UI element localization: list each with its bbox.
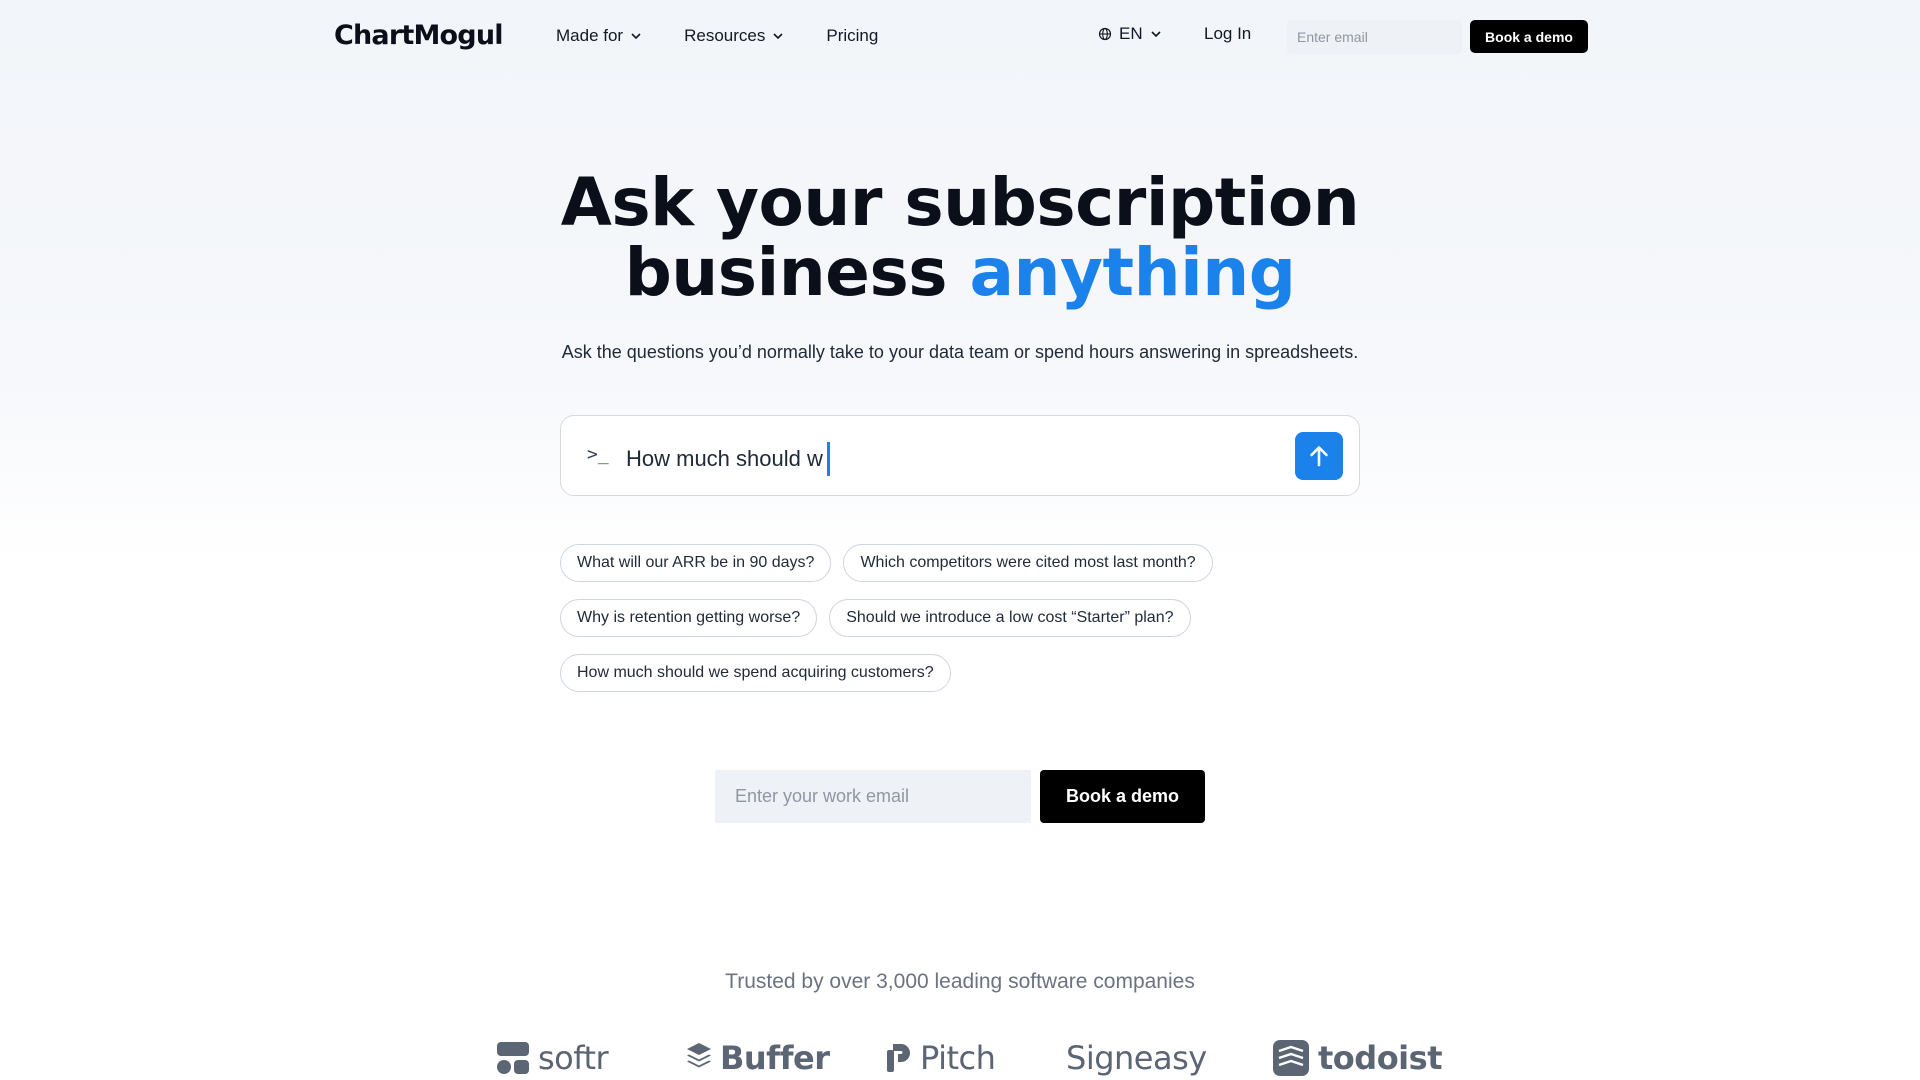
hero-title-line1: Ask your subscription — [560, 164, 1360, 241]
language-label: EN — [1119, 24, 1143, 43]
chevron-down-icon — [631, 33, 641, 40]
softr-logo: softr — [496, 1036, 609, 1080]
chartmogul-logo[interactable]: ChartMogul — [334, 20, 504, 51]
top-navigation: ChartMogul Made for Resources Pricing EN… — [0, 0, 1920, 72]
hero-title: Ask your subscription business anything — [0, 168, 1920, 308]
main-nav: Made for Resources Pricing — [556, 24, 920, 48]
signeasy-logo: Signeasy — [1066, 1036, 1207, 1080]
question-input[interactable]: How much should w — [626, 442, 830, 476]
question-typed-text: How much should w — [626, 446, 823, 471]
hero-title-line2: business — [624, 234, 970, 311]
suggestion-chip[interactable]: Which competitors were cited most last m… — [843, 544, 1213, 582]
book-demo-button[interactable]: Book a demo — [1040, 770, 1205, 823]
softr-mark-icon — [497, 1042, 529, 1074]
pitch-logo: Pitch — [886, 1036, 996, 1080]
language-selector[interactable]: EN — [1098, 24, 1162, 44]
hero-title-accent: anything — [969, 234, 1296, 311]
work-email-input[interactable] — [715, 770, 1031, 823]
nav-resources[interactable]: Resources — [684, 24, 784, 48]
terminal-prompt-icon: >_ — [587, 444, 609, 465]
softr-logo-text: softr — [538, 1039, 609, 1077]
arrow-up-icon — [1310, 446, 1328, 467]
suggestion-chip[interactable]: Should we introduce a low cost “Starter”… — [829, 599, 1191, 637]
suggestion-chip[interactable]: How much should we spend acquiring custo… — [560, 654, 951, 692]
login-link[interactable]: Log In — [1204, 24, 1251, 44]
hero-subtitle: Ask the questions you’d normally take to… — [561, 342, 1359, 362]
pitch-logo-text: Pitch — [920, 1039, 996, 1077]
nav-resources-label: Resources — [684, 26, 766, 45]
text-caret — [826, 442, 830, 476]
suggestion-row: How much should we spend acquiring custo… — [560, 654, 1360, 692]
suggestion-chip[interactable]: What will our ARR be in 90 days? — [560, 544, 832, 582]
buffer-logo: Buffer — [686, 1036, 830, 1080]
buffer-mark-icon — [687, 1043, 711, 1068]
chevron-down-icon — [1151, 31, 1161, 38]
header-book-demo-button[interactable]: Book a demo — [1470, 20, 1588, 53]
send-question-button[interactable] — [1295, 432, 1343, 480]
todoist-logo-text: todoist — [1318, 1039, 1442, 1077]
signeasy-logo-text: Signeasy — [1066, 1039, 1207, 1077]
todoist-logo: todoist — [1272, 1036, 1442, 1080]
suggestion-row: Why is retention getting worse? Should w… — [560, 599, 1360, 637]
nav-pricing[interactable]: Pricing — [826, 24, 878, 48]
suggested-questions: What will our ARR be in 90 days? Which c… — [560, 544, 1360, 709]
chevron-down-icon — [773, 33, 783, 40]
customer-logos: softr Buffer Pitch Signeasy todoist — [0, 1036, 1920, 1080]
suggestion-row: What will our ARR be in 90 days? Which c… — [560, 544, 1360, 582]
suggestion-chip[interactable]: Why is retention getting worse? — [560, 599, 818, 637]
trusted-by-text: Trusted by over 3,000 leading software c… — [725, 970, 1195, 993]
buffer-logo-text: Buffer — [720, 1039, 830, 1077]
globe-icon — [1098, 27, 1112, 41]
pitch-mark-icon — [887, 1044, 910, 1072]
todoist-mark-icon — [1273, 1040, 1309, 1076]
nav-pricing-label: Pricing — [826, 26, 879, 45]
header-email-input[interactable] — [1287, 20, 1462, 54]
question-prompt-box[interactable]: >_ How much should w — [560, 415, 1360, 496]
nav-made-for-label: Made for — [556, 26, 624, 45]
nav-made-for[interactable]: Made for — [556, 24, 642, 48]
